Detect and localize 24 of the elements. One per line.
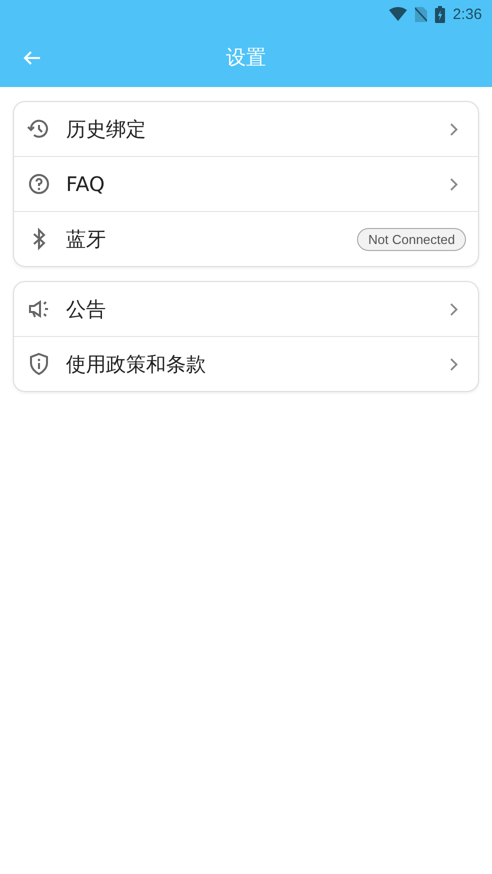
row-label: 使用政策和条款 bbox=[66, 350, 207, 378]
row-label: FAQ bbox=[66, 172, 106, 196]
chevron-right-icon bbox=[450, 302, 458, 316]
settings-row[interactable]: 公告 bbox=[14, 282, 478, 336]
settings-row[interactable]: 蓝牙 Not Connected bbox=[14, 211, 478, 266]
chevron-right-icon bbox=[450, 122, 458, 136]
back-arrow-icon[interactable] bbox=[23, 50, 41, 66]
settings-row[interactable]: 历史绑定 bbox=[14, 102, 478, 156]
row-label: 蓝牙 bbox=[66, 226, 107, 252]
wifi-icon bbox=[388, 7, 407, 21]
no-sim-icon bbox=[414, 6, 427, 22]
row-label: 公告 bbox=[66, 296, 107, 322]
status-badge: Not Connected bbox=[357, 228, 466, 250]
chevron-right-icon bbox=[450, 178, 458, 190]
chevron-right-icon bbox=[450, 358, 458, 370]
battery-icon bbox=[434, 6, 445, 22]
status-time: 2:36 bbox=[452, 6, 482, 22]
history-icon bbox=[27, 117, 51, 141]
row-label: 历史绑定 bbox=[66, 116, 147, 142]
help-icon bbox=[27, 172, 51, 196]
settings-row[interactable]: FAQ bbox=[14, 156, 478, 211]
shield-info-icon bbox=[27, 352, 51, 376]
settings-row[interactable]: 使用政策和条款 bbox=[14, 336, 478, 391]
screen-title: 设置 bbox=[226, 44, 266, 71]
